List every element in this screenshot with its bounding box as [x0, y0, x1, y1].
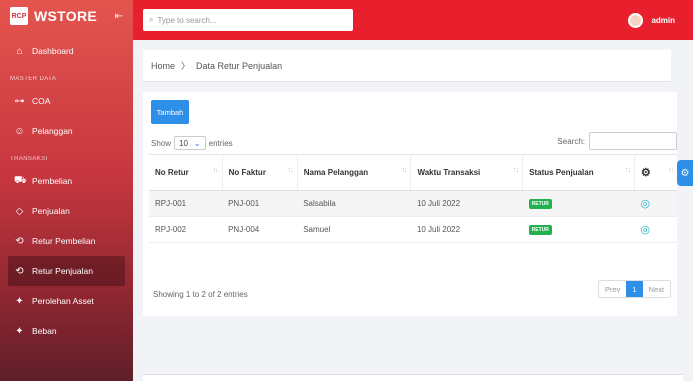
- column-header-status-penjualan[interactable]: Status Penjualan ↑↓: [522, 154, 635, 191]
- search-icon: ⌕: [149, 15, 154, 24]
- cell-waktu: 10 Juli 2022: [410, 216, 523, 243]
- topbar: ⌕ Type to search... admin: [133, 0, 693, 40]
- pagination-page-1[interactable]: 1: [626, 281, 643, 297]
- table-search-label: Search:: [557, 136, 585, 146]
- entries-label: entries: [208, 138, 233, 148]
- sidebar-item-pembelian[interactable]: ⛟ Pembelian: [0, 166, 133, 196]
- sidebar-item-retur-penjualan[interactable]: ⟲ Retur Penjualan: [8, 256, 125, 286]
- table-search: Search:: [557, 132, 677, 150]
- pagination: Prev 1 Next: [597, 280, 671, 298]
- sort-icon: ↑↓: [212, 167, 219, 174]
- asset-icon: ✦: [15, 325, 24, 337]
- page-length-select[interactable]: 10 ⌄: [174, 136, 206, 150]
- sidebar-item-label: Perolehan Asset: [32, 296, 94, 306]
- sort-icon: ↑↓: [401, 167, 407, 174]
- cell-no-faktur: PNJ-001: [222, 190, 298, 217]
- pagination-prev[interactable]: Prev: [599, 281, 626, 297]
- data-card: Tambah Show 10 ⌄ entries Search: No Retu…: [143, 92, 677, 316]
- brand: RCP WSTORE ⇤: [0, 0, 133, 32]
- app-title: WSTORE: [34, 8, 97, 24]
- user-add-icon: ☺: [14, 125, 25, 137]
- breadcrumb-home[interactable]: Home: [151, 61, 175, 71]
- cell-no-faktur: PNJ-004: [222, 216, 298, 243]
- sidebar-item-perolehan-asset[interactable]: ✦ Perolehan Asset: [0, 286, 133, 316]
- retur-table: No Retur ↑↓ No Faktur ↑↓ Nama Pelanggan ↑↓ …: [149, 154, 677, 243]
- sidebar-section-transaksi: TRANSAKSI: [10, 156, 48, 162]
- sort-icon: ↑↓: [287, 167, 294, 174]
- return-icon: ⟲: [15, 265, 24, 277]
- cell-action: ◎: [634, 216, 677, 243]
- table-row: RPJ-002 PNJ-004 Samuel 10 Juli 2022 RETU…: [149, 216, 677, 243]
- cell-status: RETUR: [522, 190, 635, 217]
- sort-icon: ↑↓: [513, 167, 519, 174]
- asset-icon: ✦: [15, 295, 24, 307]
- user-name: admin: [651, 15, 675, 25]
- cell-no-retur: RPJ-002: [149, 216, 223, 243]
- status-badge: RETUR: [528, 225, 552, 235]
- column-header-no-retur[interactable]: No Retur ↑↓: [149, 154, 223, 191]
- cell-no-retur: RPJ-001: [149, 190, 223, 217]
- tag-icon: ◇: [15, 205, 24, 217]
- sidebar-item-dashboard[interactable]: ⌂ Dashboard: [0, 36, 133, 66]
- sidebar-item-label: Beban: [32, 326, 57, 336]
- cell-action: ◎: [634, 190, 677, 217]
- table-row: RPJ-001 PNJ-001 Salsabila 10 Juli 2022 R…: [149, 190, 677, 217]
- home-icon: ⌂: [16, 45, 23, 57]
- sort-icon: ↑↓: [668, 167, 674, 174]
- status-badge: RETUR: [528, 199, 552, 209]
- sidebar-item-label: Pembelian: [32, 176, 73, 186]
- sidebar-item-beban[interactable]: ✦ Beban: [0, 316, 133, 346]
- cell-status: RETUR: [522, 216, 635, 243]
- pagination-next[interactable]: Next: [643, 281, 670, 297]
- user-menu[interactable]: admin: [628, 12, 675, 28]
- search-input[interactable]: ⌕ Type to search...: [143, 9, 353, 31]
- show-label: Show: [151, 138, 172, 148]
- sort-icon: ↑↓: [624, 167, 631, 174]
- chevron-down-icon: ⌄: [193, 138, 201, 148]
- view-icon[interactable]: ◎: [640, 198, 650, 210]
- column-header-nama-pelanggan[interactable]: Nama Pelanggan ↑↓: [296, 154, 411, 191]
- cart-icon: ⛟: [14, 174, 27, 186]
- page-length: Show 10 ⌄ entries: [151, 136, 233, 150]
- sidebar-item-retur-pembelian[interactable]: ⟲ Retur Pembelian: [0, 226, 133, 256]
- column-header-waktu-transaksi[interactable]: Waktu Transaksi ↑↓: [410, 154, 523, 191]
- cell-nama: Samuel: [297, 216, 411, 243]
- key-icon: ⊶: [14, 95, 25, 107]
- column-header-actions[interactable]: ⚙ ↑↓: [633, 154, 677, 191]
- main-content: Home 〉 Data Retur Penjualan Tambah Show …: [133, 40, 693, 381]
- collapse-icon[interactable]: ⇤: [115, 11, 123, 22]
- breadcrumb: Home 〉 Data Retur Penjualan: [143, 50, 671, 82]
- sidebar-item-penjualan[interactable]: ◇ Penjualan: [0, 196, 133, 226]
- search-placeholder: Type to search...: [157, 15, 217, 25]
- cell-waktu: 10 Juli 2022: [410, 190, 523, 217]
- store-logo: RCP: [10, 7, 28, 25]
- add-button[interactable]: Tambah: [151, 100, 189, 124]
- gear-icon: ⚙: [640, 167, 651, 179]
- column-header-no-faktur[interactable]: No Faktur ↑↓: [221, 154, 298, 191]
- table-header-row: No Retur ↑↓ No Faktur ↑↓ Nama Pelanggan ↑↓ …: [149, 154, 677, 191]
- settings-gear-icon[interactable]: ⚙: [677, 160, 693, 186]
- breadcrumb-separator-icon: 〉: [181, 61, 191, 71]
- cell-nama: Salsabila: [297, 190, 411, 217]
- sidebar-item-label: Retur Pembelian: [32, 236, 96, 246]
- breadcrumb-current: Data Retur Penjualan: [196, 60, 283, 71]
- table-search-input[interactable]: [589, 132, 677, 150]
- sidebar-item-label: Pelanggan: [32, 126, 73, 136]
- table-info: Showing 1 to 2 of 2 entries: [153, 290, 248, 299]
- sidebar-item-label: Dashboard: [32, 46, 74, 56]
- sidebar-item-label: COA: [32, 96, 51, 106]
- avatar[interactable]: [628, 12, 644, 28]
- sidebar: RCP WSTORE ⇤ ⌂ Dashboard MASTER DATA ⊶ C…: [0, 0, 133, 381]
- return-icon: ⟲: [15, 235, 24, 247]
- sidebar-item-label: Retur Penjualan: [32, 266, 93, 276]
- view-icon[interactable]: ◎: [640, 224, 650, 236]
- sidebar-item-pelanggan[interactable]: ☺ Pelanggan: [0, 116, 133, 146]
- page-footer: [143, 374, 683, 381]
- sidebar-section-master: MASTER DATA: [10, 76, 57, 82]
- sidebar-item-label: Penjualan: [32, 206, 70, 216]
- sidebar-item-coa[interactable]: ⊶ COA: [0, 86, 133, 116]
